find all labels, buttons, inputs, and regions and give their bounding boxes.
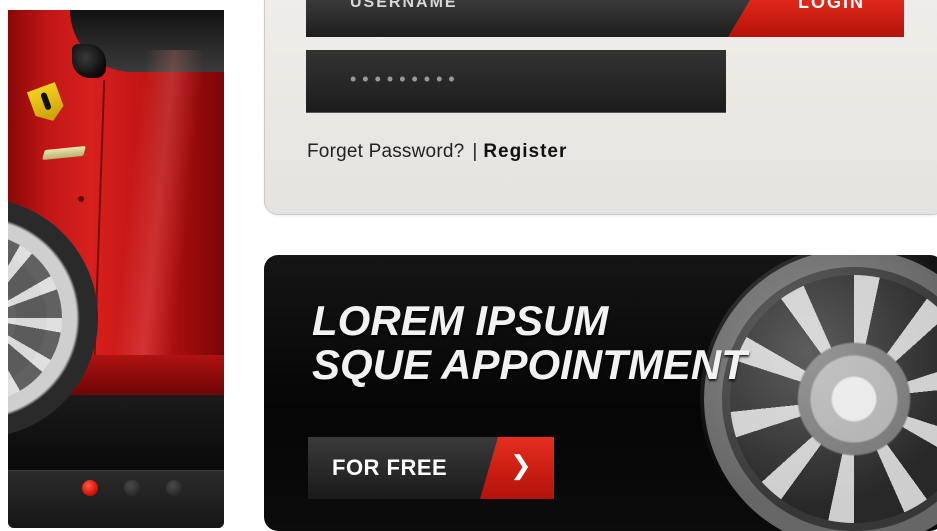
alloy-wheel-glow — [700, 255, 937, 531]
cta-label-area: FOR FREE — [308, 437, 498, 499]
register-link[interactable]: Register — [483, 141, 567, 162]
car-bolt — [78, 196, 84, 202]
for-free-button[interactable]: FOR FREE ❯ — [308, 437, 554, 499]
password-input[interactable]: ••••••••• — [306, 50, 726, 113]
hero-slider — [8, 10, 224, 528]
username-value: USERNAME — [350, 0, 458, 11]
account-links: Forget Password? | Register — [307, 141, 567, 163]
chevron-right-icon: ❯ — [510, 451, 532, 481]
car-body-highlight — [111, 50, 205, 370]
slider-dot-3[interactable] — [166, 480, 182, 496]
slider-dot-1[interactable] — [82, 480, 98, 496]
promo-banner: LOREM IPSUM SQUE APPOINTMENT FOR FREE ❯ — [264, 255, 937, 531]
slider-dot-2[interactable] — [124, 480, 140, 496]
password-value: ••••••••• — [350, 69, 461, 89]
car-script-badge — [42, 145, 86, 161]
login-button[interactable]: LOGIN — [728, 0, 904, 37]
promo-headline: LOREM IPSUM SQUE APPOINTMENT — [312, 299, 747, 387]
slider-pagination-bar — [8, 470, 224, 528]
car-badge-icon — [27, 82, 68, 126]
car-mirror — [72, 44, 106, 78]
promo-headline-line1: LOREM IPSUM — [312, 297, 609, 344]
login-button-label: LOGIN — [798, 0, 865, 12]
username-input[interactable]: USERNAME — [306, 0, 756, 37]
promo-headline-line2: SQUE APPOINTMENT — [312, 341, 747, 388]
forgot-password-link[interactable]: Forget Password? — [307, 141, 464, 162]
cta-label: FOR FREE — [332, 455, 448, 480]
link-separator: | — [472, 141, 478, 162]
